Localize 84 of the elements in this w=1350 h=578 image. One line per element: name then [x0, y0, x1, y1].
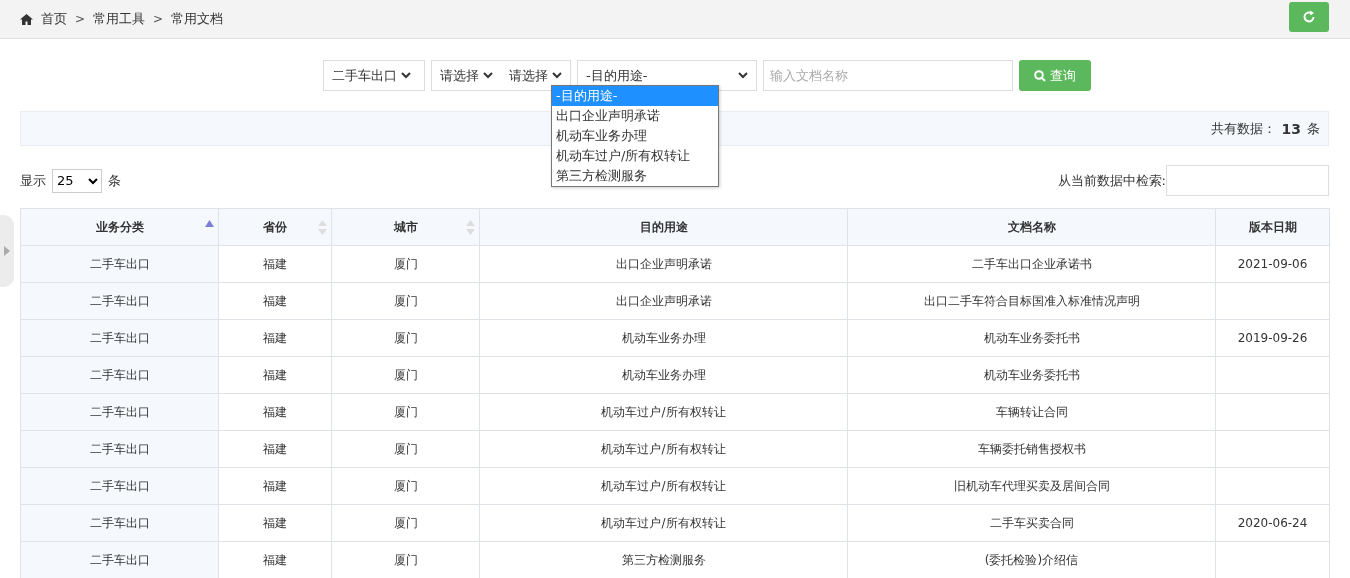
refresh-icon	[1302, 10, 1316, 24]
table-cell: 车辆委托销售授权书	[847, 430, 1216, 468]
breadcrumb-link[interactable]: 首页	[41, 10, 67, 28]
dropdown-option[interactable]: 出口企业声明承诺	[552, 106, 718, 126]
filter-field[interactable]	[1166, 165, 1329, 196]
home-icon	[20, 13, 33, 25]
table-cell: (委托检验)介绍信	[847, 541, 1216, 578]
table-cell: 第三方检测服务	[479, 541, 848, 578]
table-cell: 厦门	[331, 541, 480, 578]
column-header[interactable]: 省份	[218, 208, 332, 246]
chevron-down-icon	[401, 72, 411, 79]
dropdown-option[interactable]: 第三方检测服务	[552, 166, 718, 186]
summary-unit: 条	[1307, 119, 1320, 138]
table-cell: 二手车出口	[20, 282, 219, 320]
side-panel-toggle[interactable]	[0, 215, 14, 287]
table-cell: 旧机动车代理买卖及居间合同	[847, 467, 1216, 505]
search-icon	[1034, 69, 1046, 82]
chevron-down-icon	[483, 72, 493, 79]
table-cell: 机动车业务办理	[479, 356, 848, 394]
separator: >	[153, 12, 164, 26]
column-header: 目的用途	[479, 208, 848, 246]
category-select[interactable]: 二手车出口	[323, 60, 425, 91]
table-cell: 二手车出口	[20, 541, 219, 578]
triangle-right-icon	[4, 246, 10, 256]
table-cell: 机动车业务办理	[479, 319, 848, 357]
breadcrumb-link[interactable]: 常用工具	[93, 10, 146, 28]
separator: >	[75, 12, 86, 26]
table-cell: 机动车过户/所有权转让	[479, 467, 848, 505]
table-cell: 机动车过户/所有权转让	[479, 393, 848, 431]
table-cell: 出口企业声明承诺	[479, 245, 848, 283]
column-header: 文档名称	[847, 208, 1216, 246]
table-cell: 福建	[218, 356, 332, 394]
table-cell: 二手车出口企业承诺书	[847, 245, 1216, 283]
page-size-unit: 条	[108, 171, 121, 190]
table-cell: 2019-09-26	[1215, 319, 1330, 357]
table-cell: 二手车出口	[20, 245, 219, 283]
table-cell: 厦门	[331, 504, 480, 542]
table-cell: 机动车业务委托书	[847, 356, 1216, 394]
table-cell: 机动车过户/所有权转让	[479, 430, 848, 468]
chevron-down-icon	[552, 72, 562, 79]
table-cell: 福建	[218, 467, 332, 505]
dropdown-option[interactable]: 机动车业务办理	[552, 126, 718, 146]
column-header[interactable]: 业务分类	[20, 208, 219, 246]
table-cell: 二手车出口	[20, 504, 219, 542]
table-cell: 福建	[218, 504, 332, 542]
table-cell: 机动车过户/所有权转让	[479, 504, 848, 542]
table-cell: 福建	[218, 319, 332, 357]
table-cell: 车辆转让合同	[847, 393, 1216, 431]
summary-label: 共有数据：	[1210, 119, 1276, 138]
table-cell: 厦门	[331, 245, 480, 283]
table-cell: 二手车出口	[20, 319, 219, 357]
table-cell: 二手车出口	[20, 430, 219, 468]
table-cell: 厦门	[331, 467, 480, 505]
table-cell: 厦门	[331, 430, 480, 468]
table-cell: 2021-09-06	[1215, 245, 1330, 283]
table-cell: 二手车买卖合同	[847, 504, 1216, 542]
table-cell: 二手车出口	[20, 467, 219, 505]
table-cell: 福建	[218, 541, 332, 578]
table-cell: 厦门	[331, 319, 480, 357]
table-cell: 福建	[218, 393, 332, 431]
table-cell: 机动车业务委托书	[847, 319, 1216, 357]
breadcrumb-link[interactable]: 常用文档	[171, 10, 224, 28]
table-cell: 厦门	[331, 393, 480, 431]
page-size-label: 显示	[20, 171, 46, 190]
table-cell: 二手车出口	[20, 393, 219, 431]
table-cell: 福建	[218, 430, 332, 468]
dropdown-option[interactable]: 机动车过户/所有权转让	[552, 146, 718, 166]
document-name-field[interactable]: 输入文档名称	[763, 60, 1013, 91]
table-cell: 出口企业声明承诺	[479, 282, 848, 320]
table-cell: 厦门	[331, 282, 480, 320]
chevron-down-icon	[738, 72, 748, 79]
table-cell: 福建	[218, 282, 332, 320]
refresh-button[interactable]	[1289, 2, 1329, 32]
column-header[interactable]: 城市	[331, 208, 480, 246]
table-cell: 厦门	[331, 356, 480, 394]
column-header: 版本日期	[1215, 208, 1330, 246]
table-cell: 2020-06-24	[1215, 504, 1330, 542]
table-cell: 出口二手车符合目标国准入标准情况声明	[847, 282, 1216, 320]
page-size-select[interactable]: 25	[52, 168, 102, 193]
filter-label: 从当前数据中检索:	[1057, 171, 1166, 190]
table-cell: 福建	[218, 245, 332, 283]
region-select[interactable]: 请选择 请选择	[431, 60, 571, 91]
record-count: 13	[1281, 120, 1301, 137]
table-cell: 二手车出口	[20, 356, 219, 394]
